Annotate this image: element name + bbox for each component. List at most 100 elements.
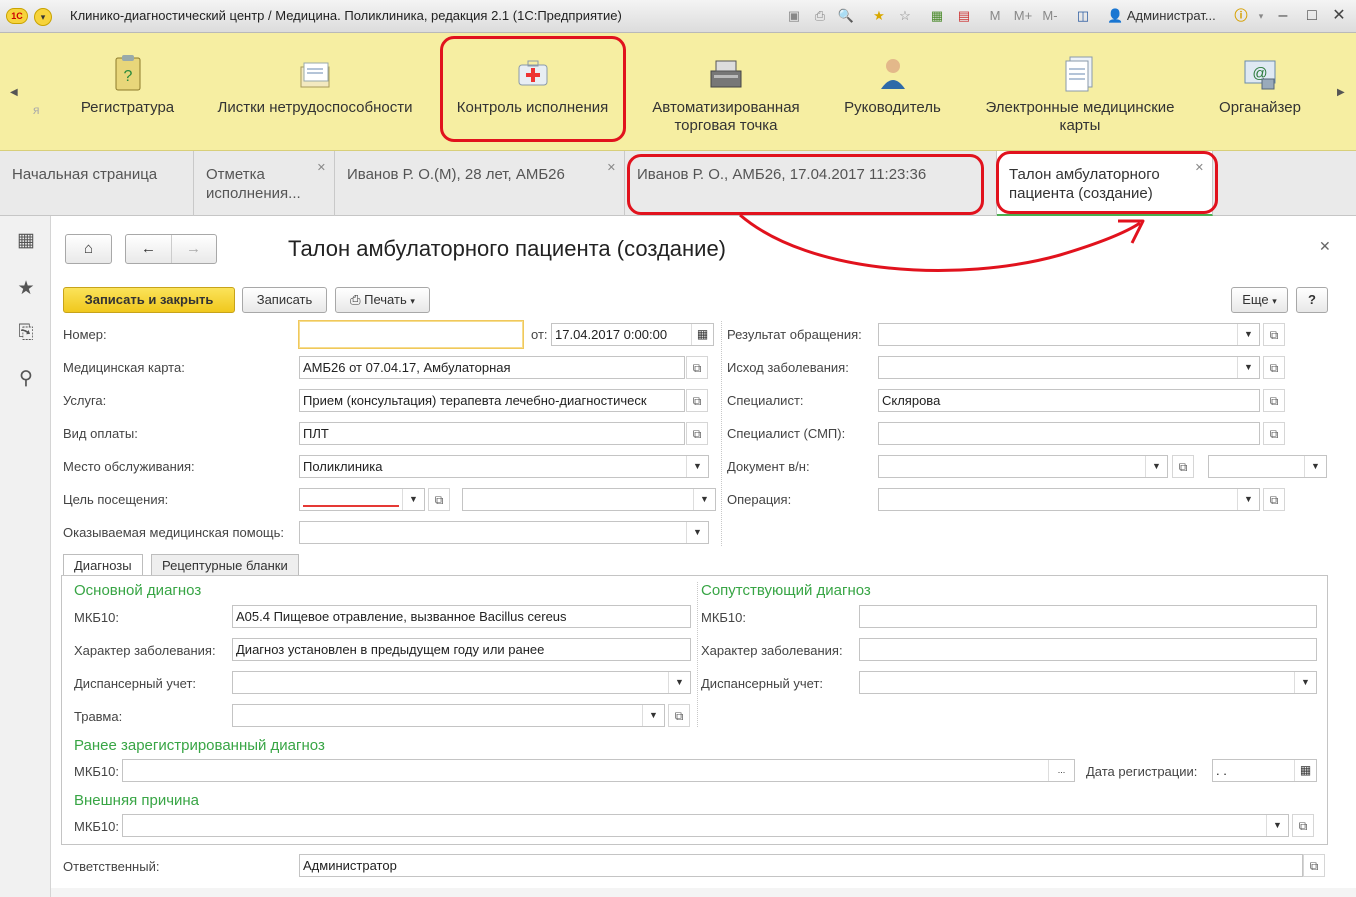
service-input[interactable]: Прием (консультация) терапевта лечебно-д… bbox=[299, 389, 685, 412]
memory-mminus-button[interactable]: M- bbox=[1040, 7, 1060, 25]
forward-arrow-icon[interactable]: → bbox=[172, 235, 216, 263]
chevron-down-icon[interactable]: ▼ bbox=[642, 705, 664, 726]
open-operation-icon[interactable]: ⧉ bbox=[1263, 488, 1285, 511]
section-registratura[interactable]: ? Регистратура bbox=[70, 53, 185, 117]
calculator-icon[interactable]: ▦ bbox=[928, 7, 946, 25]
open-outcome-icon[interactable]: ⧉ bbox=[1263, 356, 1285, 379]
tab-prescription-forms[interactable]: Рецептурные бланки bbox=[151, 554, 299, 576]
chevron-down-icon[interactable]: ▼ bbox=[1237, 324, 1259, 345]
tab-patient-card[interactable]: Иванов Р. О.(М), 28 лет, АМБ26 ✕ bbox=[335, 151, 625, 216]
open-result-icon[interactable]: ⧉ bbox=[1263, 323, 1285, 346]
search-icon[interactable]: ⚲ bbox=[15, 368, 37, 390]
print-button[interactable]: ⎙ Печать ▾ bbox=[335, 287, 430, 313]
open-payment-icon[interactable]: ⧉ bbox=[686, 422, 708, 445]
calendar-icon[interactable]: ▦ bbox=[691, 324, 713, 345]
preview-icon[interactable]: 🔍 bbox=[837, 7, 855, 25]
place-select[interactable]: Поликлиника ▼ bbox=[299, 455, 709, 478]
horizontal-scrollbar[interactable] bbox=[51, 888, 1356, 897]
main-dispensary-select[interactable]: ▼ bbox=[232, 671, 691, 694]
help-button[interactable]: ? bbox=[1296, 287, 1328, 313]
section-manager[interactable]: Руководитель bbox=[835, 53, 950, 117]
open-card-icon[interactable]: ⧉ bbox=[686, 356, 708, 379]
window-panels-icon[interactable]: ◫ bbox=[1074, 7, 1092, 25]
section-execution-control[interactable]: Контроль исполнения bbox=[450, 53, 615, 117]
registration-date-input[interactable]: . . ▦ bbox=[1212, 759, 1317, 782]
chevron-down-icon[interactable]: ▼ bbox=[686, 522, 708, 543]
date-input[interactable]: 17.04.2017 0:00:00 ▦ bbox=[551, 323, 714, 346]
chevron-down-icon[interactable]: ▼ bbox=[1237, 489, 1259, 510]
home-button[interactable]: ⌂ bbox=[65, 234, 112, 264]
open-responsible-icon[interactable]: ⧉ bbox=[1303, 854, 1325, 877]
result-select[interactable]: ▼ bbox=[878, 323, 1260, 346]
document-type-select[interactable]: ▼ bbox=[1208, 455, 1327, 478]
user-name[interactable]: 👤 Администрат... bbox=[1107, 8, 1216, 24]
save-button[interactable]: Записать bbox=[242, 287, 327, 313]
info-icon[interactable]: ⓘ bbox=[1232, 7, 1250, 25]
purpose-select[interactable]: ▼ bbox=[299, 488, 425, 511]
favorites-icon[interactable]: ☆ bbox=[896, 7, 914, 25]
calendar-icon[interactable]: ▦ bbox=[1294, 760, 1316, 781]
open-document-icon[interactable]: ⧉ bbox=[1172, 455, 1194, 478]
ext-mkb-select[interactable]: ▼ bbox=[122, 814, 1289, 837]
minimize-button[interactable]: – bbox=[1272, 5, 1294, 27]
medical-card-input[interactable]: АМБ26 от 07.04.17, Амбулаторная bbox=[299, 356, 685, 379]
save-and-close-button[interactable]: Записать и закрыть bbox=[63, 287, 235, 313]
tab-ticket-create[interactable]: Талон амбулаторного пациента (создание) … bbox=[997, 151, 1213, 216]
chevron-down-icon[interactable]: ▼ bbox=[1145, 456, 1167, 477]
conc-character-input[interactable] bbox=[859, 638, 1317, 661]
close-window-button[interactable]: ✕ bbox=[1328, 5, 1350, 27]
close-tab-icon[interactable]: ✕ bbox=[317, 159, 326, 178]
favorites-add-icon[interactable]: ★ bbox=[870, 7, 888, 25]
history-icon[interactable]: ⎘ bbox=[15, 322, 37, 344]
main-menu-button[interactable]: ▾ bbox=[34, 8, 52, 26]
chevron-down-icon[interactable]: ▼ bbox=[1237, 357, 1259, 378]
document-select[interactable]: ▼ bbox=[878, 455, 1168, 478]
conc-mkb-input[interactable] bbox=[859, 605, 1317, 628]
number-input[interactable] bbox=[298, 320, 524, 349]
chevron-down-icon[interactable]: ▼ bbox=[686, 456, 708, 477]
memory-mplus-button[interactable]: M+ bbox=[1012, 7, 1034, 25]
close-form-icon[interactable]: ✕ bbox=[1319, 238, 1331, 255]
specialist-smp-input[interactable] bbox=[878, 422, 1260, 445]
section-organizer[interactable]: @ Органайзер bbox=[1205, 53, 1315, 117]
memory-m-button[interactable]: M bbox=[988, 7, 1002, 25]
chevron-down-icon[interactable]: ▼ bbox=[1304, 456, 1326, 477]
maximize-button[interactable]: □ bbox=[1301, 5, 1323, 27]
open-service-icon[interactable]: ⧉ bbox=[686, 389, 708, 412]
chevron-down-icon[interactable]: ▼ bbox=[693, 489, 715, 510]
close-tab-icon[interactable]: ✕ bbox=[607, 159, 616, 178]
open-trauma-icon[interactable]: ⧉ bbox=[668, 704, 690, 727]
main-mkb-input[interactable]: A05.4 Пищевое отравление, вызванное Baci… bbox=[232, 605, 691, 628]
back-arrow-icon[interactable]: ← bbox=[127, 235, 172, 263]
trauma-select[interactable]: ▼ bbox=[232, 704, 665, 727]
scroll-right-icon[interactable]: ▶ bbox=[1337, 87, 1345, 98]
open-specialist-smp-icon[interactable]: ⧉ bbox=[1263, 422, 1285, 445]
conc-dispensary-select[interactable]: ▼ bbox=[859, 671, 1317, 694]
info-menu-chevron-icon[interactable]: ▾ bbox=[1252, 7, 1270, 25]
purpose-detail-select[interactable]: ▼ bbox=[462, 488, 716, 511]
open-specialist-icon[interactable]: ⧉ bbox=[1263, 389, 1285, 412]
main-character-input[interactable]: Диагноз установлен в предыдущем году или… bbox=[232, 638, 691, 661]
tab-home[interactable]: Начальная страница bbox=[0, 151, 194, 216]
chevron-down-icon[interactable]: ▼ bbox=[402, 489, 424, 510]
section-sick-leaves[interactable]: Листки нетрудоспособности bbox=[205, 53, 425, 117]
section-emr[interactable]: Электронные медицинские карты bbox=[975, 53, 1185, 135]
calendar-icon[interactable]: ▤ bbox=[955, 7, 973, 25]
tab-execution-mark[interactable]: Отметка исполнения... ✕ bbox=[194, 151, 335, 216]
prev-mkb-input[interactable]: ... bbox=[122, 759, 1075, 782]
operation-select[interactable]: ▼ bbox=[878, 488, 1260, 511]
care-select[interactable]: ▼ bbox=[299, 521, 709, 544]
close-tab-icon[interactable]: ✕ bbox=[1195, 159, 1204, 178]
payment-input[interactable]: ПЛТ bbox=[299, 422, 685, 445]
outcome-select[interactable]: ▼ bbox=[878, 356, 1260, 379]
open-purpose-icon[interactable]: ⧉ bbox=[428, 488, 450, 511]
tab-diagnoses[interactable]: Диагнозы bbox=[63, 554, 143, 577]
chevron-down-icon[interactable]: ▼ bbox=[668, 672, 690, 693]
more-button[interactable]: Еще ▾ bbox=[1231, 287, 1288, 313]
favorites-star-icon[interactable]: ★ bbox=[15, 278, 37, 300]
section-pos[interactable]: Автоматизированная торговая точка bbox=[640, 53, 812, 135]
open-ext-mkb-icon[interactable]: ⧉ bbox=[1292, 814, 1314, 837]
tab-visit[interactable]: Иванов Р. О., АМБ26, 17.04.2017 11:23:36 bbox=[625, 151, 997, 216]
select-ellipsis-button[interactable]: ... bbox=[1048, 760, 1074, 781]
responsible-input[interactable]: Администратор bbox=[299, 854, 1303, 877]
